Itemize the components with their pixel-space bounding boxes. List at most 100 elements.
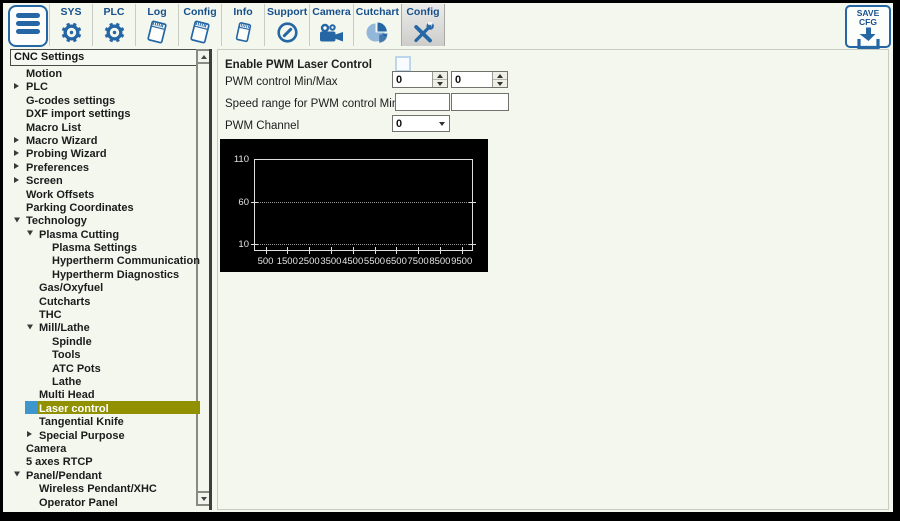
collapsed-arrow-icon[interactable] <box>14 136 19 143</box>
tree-item-motion[interactable]: Motion <box>10 66 200 80</box>
tools-icon <box>411 19 435 46</box>
tree-item-cutcharts[interactable]: Cutcharts <box>10 294 200 308</box>
tree-item-macro-list[interactable]: Macro List <box>10 120 200 134</box>
tree-item-label: Hypertherm Communication <box>52 255 200 268</box>
enable-pwm-checkbox[interactable] <box>395 56 411 72</box>
tree-item-operator-panel[interactable]: Operator Panel <box>10 495 200 509</box>
tree-item-label: Multi Head <box>39 389 95 402</box>
pwm-max-input[interactable] <box>452 72 492 87</box>
spin-down-button[interactable] <box>433 80 447 87</box>
spin-up-button[interactable] <box>493 72 507 80</box>
toolbar-button-label: Log <box>147 6 167 18</box>
spin-up-icon <box>497 73 503 78</box>
tree-item-wireless-pendant-xhc[interactable]: Wireless Pendant/XHC <box>10 481 200 495</box>
tree-item-technology[interactable]: Technology <box>10 213 200 228</box>
collapsed-arrow-icon[interactable] <box>14 150 19 157</box>
save-cfg-button[interactable]: SAVE CFG <box>845 5 891 50</box>
tree-item-plc[interactable]: PLC <box>10 79 200 93</box>
tree-item-special-purpose[interactable]: Special Purpose <box>10 428 200 442</box>
toolbar-button-sys[interactable]: SYS <box>49 4 92 46</box>
tree-item-screen[interactable]: Screen <box>10 173 200 187</box>
tree-item-label: Plasma Cutting <box>39 228 120 241</box>
speed-max-field[interactable] <box>451 93 509 112</box>
settings-tree: Motion PLC G-codes settings DXF import sett… <box>10 66 200 508</box>
chart-x-tick <box>309 247 311 254</box>
tree-item-label: Preferences <box>26 161 89 174</box>
pwm-min-spinbox[interactable] <box>392 71 448 88</box>
chart-x-tick <box>396 247 398 254</box>
pwm-min-input[interactable] <box>393 72 432 87</box>
tree-item-5-axes-rtcp[interactable]: 5 axes RTCP <box>10 454 200 469</box>
collapsed-arrow-icon[interactable] <box>27 431 32 438</box>
spin-up-button[interactable] <box>433 72 447 80</box>
tree-item-plasma-cutting[interactable]: Plasma Cutting <box>10 227 200 241</box>
chart-gridline <box>254 201 473 203</box>
tree-item-hypertherm-communication[interactable]: Hypertherm Communication <box>10 253 200 268</box>
tree-item-label: Spindle <box>52 335 92 348</box>
chart-y-tick-label: 60 <box>238 196 249 208</box>
tree-item-g-codes-settings[interactable]: G-codes settings <box>10 93 200 107</box>
toolbar-button-support[interactable]: Support <box>264 4 309 46</box>
spin-down-button[interactable] <box>493 80 507 87</box>
tree-item-laser-control[interactable]: Laser control <box>10 400 200 415</box>
tree-item-label: Tangential Knife <box>39 416 124 429</box>
tree-item-label: Tools <box>52 349 81 362</box>
toolbar-button-log[interactable]: Log <box>135 4 178 46</box>
toolbar-buttons: SYS PLC Log Config Info Support Camera Cutchart… <box>49 4 445 46</box>
tree-item-multi-head[interactable]: Multi Head <box>10 387 200 402</box>
expanded-arrow-icon[interactable] <box>14 217 20 223</box>
tree-item-lathe[interactable]: Lathe <box>10 374 200 388</box>
tree-scrollbar[interactable] <box>196 49 210 506</box>
tree-item-plasma-settings[interactable]: Plasma Settings <box>10 240 200 254</box>
toolbar-button-camera[interactable]: Camera <box>309 4 353 46</box>
tree-item-dxf-import-settings[interactable]: DXF import settings <box>10 106 200 121</box>
tree-item-atc-pots[interactable]: ATC Pots <box>10 361 200 375</box>
toolbar-button-label: PLC <box>103 6 125 18</box>
tree-item-label: Laser control <box>39 402 109 415</box>
tree-item-hypertherm-diagnostics[interactable]: Hypertherm Diagnostics <box>10 267 200 281</box>
collapsed-arrow-icon[interactable] <box>14 163 19 170</box>
tree-item-label: DXF import settings <box>26 108 131 121</box>
collapsed-arrow-icon[interactable] <box>14 83 19 90</box>
expanded-arrow-icon[interactable] <box>27 230 33 236</box>
tree-item-work-offsets[interactable]: Work Offsets <box>10 187 200 201</box>
toolbar-button-config[interactable]: Config <box>178 4 221 46</box>
tree-item-thc[interactable]: THC <box>10 307 200 321</box>
tree-item-tangential-knife[interactable]: Tangential Knife <box>10 414 200 429</box>
toolbar-button-cutchart[interactable]: Cutchart <box>352 4 401 46</box>
spin-up-icon <box>437 73 443 78</box>
tree-item-label: 5 axes RTCP <box>26 456 93 469</box>
tree-item-macro-wizard[interactable]: Macro Wizard <box>10 133 200 147</box>
panel-splitter[interactable] <box>209 49 212 510</box>
toolbar-button-config-tools[interactable]: Config <box>400 4 445 46</box>
tree-item-probing-wizard[interactable]: Probing Wizard <box>10 146 200 160</box>
expanded-arrow-icon[interactable] <box>27 324 33 330</box>
tree-item-tools[interactable]: Tools <box>10 347 200 362</box>
chart-y-tick <box>251 244 258 245</box>
tree-item-parking-coordinates[interactable]: Parking Coordinates <box>10 200 200 214</box>
tree-item-camera[interactable]: Camera <box>10 441 200 455</box>
tree-item-gas-oxyfuel[interactable]: Gas/Oxyfuel <box>10 280 200 294</box>
tree-item-spindle[interactable]: Spindle <box>10 334 200 348</box>
toolbar-button-label: SYS <box>60 6 82 18</box>
chart-x-tick-label: 9500 <box>451 256 473 267</box>
speed-max-input[interactable] <box>452 96 508 112</box>
tree-item-mill-lathe[interactable]: Mill/Lathe <box>10 320 200 334</box>
chart-y-tick <box>469 201 476 203</box>
toolbar-button-plc[interactable]: PLC <box>92 4 135 46</box>
collapsed-arrow-icon[interactable] <box>14 176 19 183</box>
expanded-arrow-icon[interactable] <box>14 471 20 477</box>
speed-min-field[interactable] <box>395 93 450 112</box>
pwm-channel-dropdown[interactable]: 0 <box>392 115 450 132</box>
menu-button[interactable] <box>8 5 48 47</box>
tree-item-label: Camera <box>26 442 67 455</box>
tree-item-preferences[interactable]: Preferences <box>10 160 200 174</box>
chart-x-tick <box>265 247 267 254</box>
speed-range-label: Speed range for PWM control Min/Max <box>225 98 424 110</box>
tree-item-panel-pendant[interactable]: Panel/Pendant <box>10 468 200 482</box>
tree-item-label: Technology <box>26 215 87 228</box>
pwm-max-spinbox[interactable] <box>451 71 508 88</box>
toolbar-button-info[interactable]: Info <box>221 4 264 46</box>
tree-item-label: Special Purpose <box>39 429 125 442</box>
speed-min-input[interactable] <box>396 96 449 112</box>
